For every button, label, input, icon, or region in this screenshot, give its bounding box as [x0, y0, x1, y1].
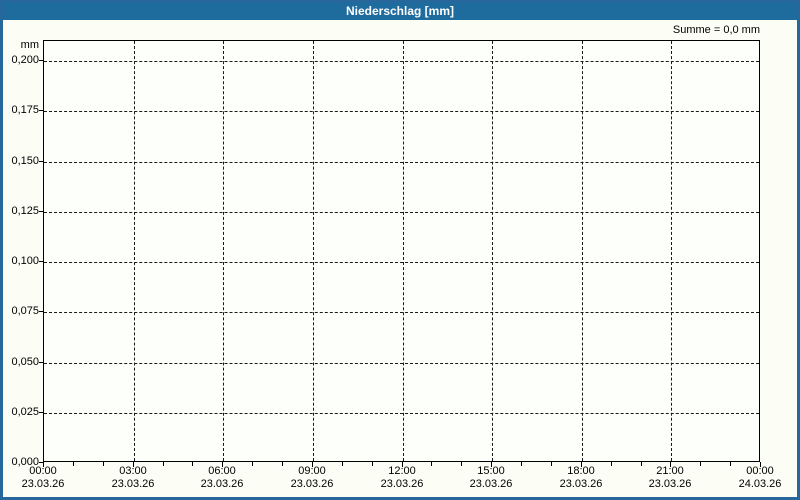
- x-minor-tick-mark: [252, 462, 253, 466]
- horizontal-gridline: [44, 111, 759, 112]
- vertical-gridline: [134, 41, 135, 461]
- x-tick-label: 00:00 24.03.26: [725, 465, 795, 491]
- y-tick-label: 0,025: [11, 406, 39, 418]
- vertical-gridline: [403, 41, 404, 461]
- x-tick-label: 21:00 23.03.26: [635, 465, 705, 491]
- y-tick-label: 0,075: [11, 305, 39, 317]
- x-tick-date: 23.03.26: [111, 478, 155, 490]
- vertical-gridline: [582, 41, 583, 461]
- x-tick-label: 18:00 23.03.26: [546, 465, 616, 491]
- horizontal-gridline: [44, 162, 759, 163]
- chart-window: Niederschlag [mm] Summe = 0,0 mm mm 0,00…: [0, 0, 800, 500]
- x-tick-date: 23.03.26: [648, 478, 692, 490]
- horizontal-gridline: [44, 363, 759, 364]
- horizontal-gridline: [44, 312, 759, 313]
- x-tick-time: 21:00: [656, 465, 684, 477]
- x-tick-time: 15:00: [477, 465, 505, 477]
- y-axis-unit: mm: [20, 39, 39, 51]
- x-minor-tick-mark: [431, 462, 432, 466]
- chart-title-bar: Niederschlag [mm]: [3, 3, 797, 20]
- x-tick-label: 09:00 23.03.26: [277, 465, 347, 491]
- x-tick-date: 23.03.26: [469, 478, 513, 490]
- x-tick-date: 23.03.26: [380, 478, 424, 490]
- y-tick-label: 0,100: [11, 255, 39, 267]
- x-minor-tick-mark: [73, 462, 74, 466]
- y-tick-mark: [39, 110, 43, 111]
- vertical-gridline: [313, 41, 314, 461]
- x-minor-tick-mark: [700, 462, 701, 466]
- horizontal-gridline: [44, 413, 759, 414]
- chart-title: Niederschlag [mm]: [345, 4, 455, 18]
- x-tick-date: 23.03.26: [21, 478, 65, 490]
- y-tick-mark: [39, 311, 43, 312]
- x-minor-tick-mark: [521, 462, 522, 466]
- x-minor-tick-mark: [342, 462, 343, 466]
- x-tick-date: 24.03.26: [738, 478, 782, 490]
- y-tick-mark: [39, 60, 43, 61]
- y-tick-label: 0,200: [11, 54, 39, 66]
- x-tick-label: 03:00 23.03.26: [98, 465, 168, 491]
- y-tick-mark: [39, 261, 43, 262]
- x-minor-tick-mark: [611, 462, 612, 466]
- y-tick-mark: [39, 211, 43, 212]
- chart-content: Summe = 0,0 mm mm 0,000 0,025 0,050 0,075 0,…: [3, 20, 797, 497]
- x-tick-date: 23.03.26: [290, 478, 334, 490]
- x-tick-time: 03:00: [119, 465, 147, 477]
- x-tick-date: 23.03.26: [559, 478, 603, 490]
- plot-area: [43, 40, 760, 462]
- horizontal-gridline: [44, 212, 759, 213]
- x-tick-label: 00:00 23.03.26: [8, 465, 78, 491]
- x-tick-time: 09:00: [298, 465, 326, 477]
- y-tick-label: 0,150: [11, 155, 39, 167]
- x-tick-time: 12:00: [388, 465, 416, 477]
- x-tick-time: 06:00: [208, 465, 236, 477]
- y-tick-label: 0,125: [11, 205, 39, 217]
- y-tick-mark: [39, 362, 43, 363]
- y-tick-label: 0,050: [11, 356, 39, 368]
- horizontal-gridline: [44, 262, 759, 263]
- x-tick-time: 18:00: [567, 465, 595, 477]
- vertical-gridline: [223, 41, 224, 461]
- x-tick-label: 06:00 23.03.26: [187, 465, 257, 491]
- x-tick-time: 00:00: [746, 465, 774, 477]
- x-tick-label: 15:00 23.03.26: [456, 465, 526, 491]
- y-tick-label: 0,175: [11, 104, 39, 116]
- horizontal-gridline: [44, 61, 759, 62]
- vertical-gridline: [671, 41, 672, 461]
- x-tick-date: 23.03.26: [200, 478, 244, 490]
- y-tick-mark: [39, 161, 43, 162]
- x-minor-tick-mark: [163, 462, 164, 466]
- x-tick-time: 00:00: [29, 465, 57, 477]
- x-tick-label: 12:00 23.03.26: [367, 465, 437, 491]
- sum-label: Summe = 0,0 mm: [672, 24, 760, 36]
- vertical-gridline: [492, 41, 493, 461]
- y-tick-mark: [39, 412, 43, 413]
